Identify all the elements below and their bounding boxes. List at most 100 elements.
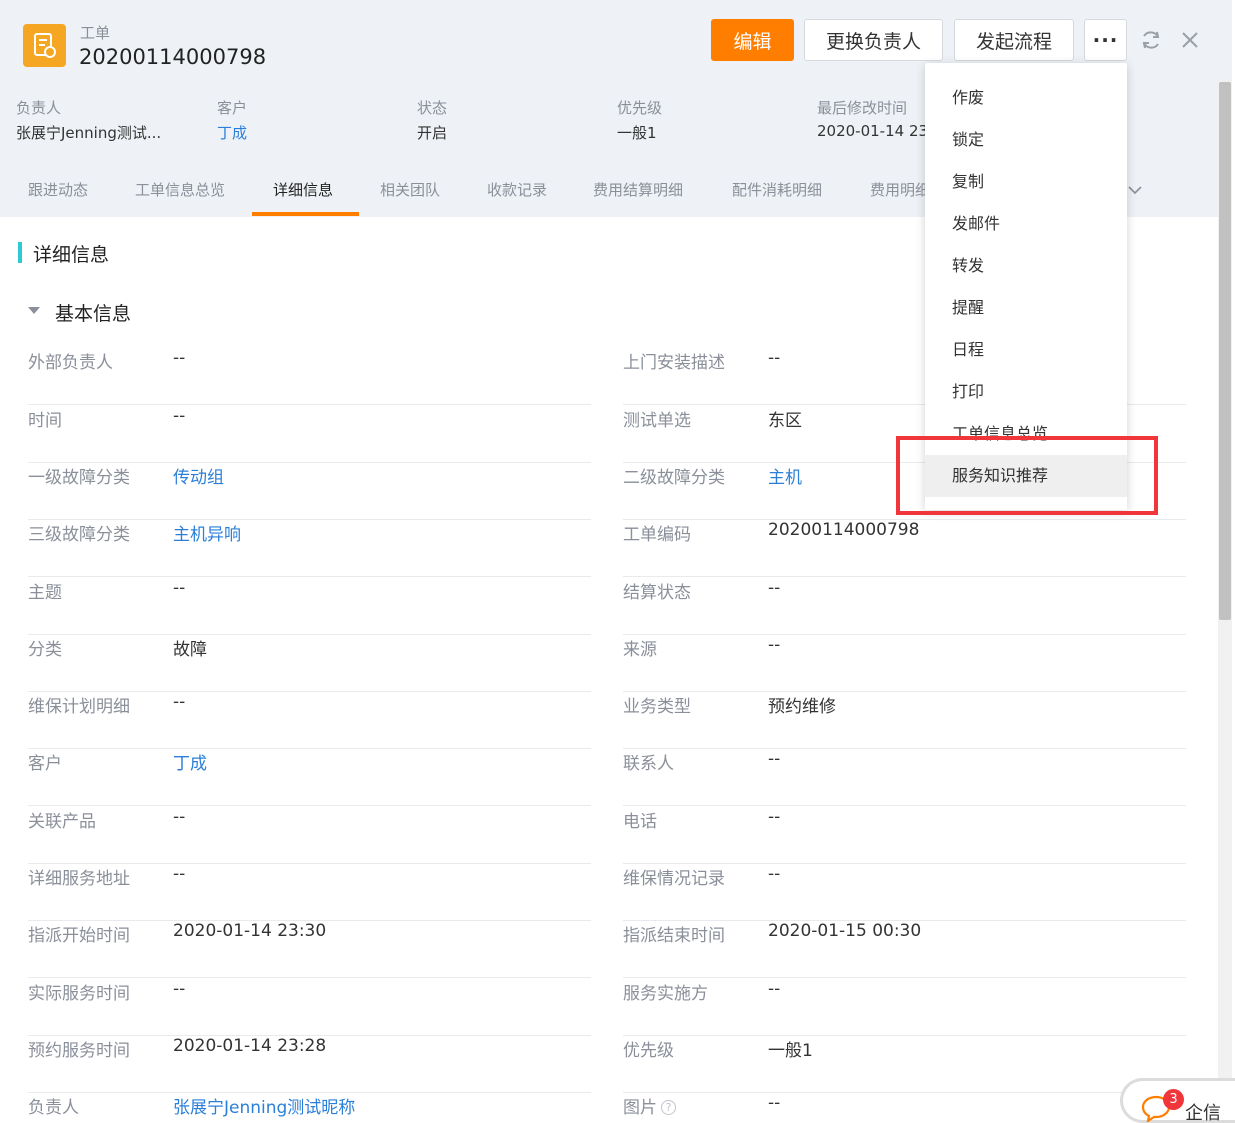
- field-label: 优先级: [623, 1041, 674, 1061]
- field-actual-service-time: 实际服务时间 --: [28, 979, 591, 1036]
- field-label: 详细服务地址: [28, 869, 130, 889]
- summary-priority-label: 优先级: [617, 99, 663, 117]
- field-label: 指派开始时间: [28, 926, 130, 946]
- record-type-label: 工单: [80, 24, 111, 42]
- field-maintenance-record: 维保情况记录 --: [623, 864, 1186, 921]
- field-label: 主题: [28, 583, 62, 603]
- field-label: 图片?: [623, 1093, 676, 1118]
- menu-item-remind[interactable]: 提醒: [925, 287, 1127, 329]
- field-label: 时间: [28, 411, 62, 431]
- group-title[interactable]: 基本信息: [55, 299, 131, 326]
- field-label: 来源: [623, 640, 657, 660]
- field-value: --: [173, 578, 186, 598]
- field-value: --: [768, 578, 781, 598]
- field-value: 2020-01-15 00:30: [768, 921, 922, 941]
- summary-customer: 客户 丁成: [217, 97, 367, 143]
- tab-parts[interactable]: 配件消耗明细: [732, 163, 822, 217]
- menu-item-schedule[interactable]: 日程: [925, 329, 1127, 371]
- summary-modified-label: 最后修改时间: [817, 99, 908, 117]
- field-link[interactable]: 主机异响: [173, 520, 241, 545]
- field-label: 预约服务时间: [28, 1041, 130, 1061]
- field-external-owner: 外部负责人 --: [28, 348, 591, 405]
- tab-expenses[interactable]: 费用明细: [870, 163, 930, 217]
- menu-item-print[interactable]: 打印: [925, 371, 1127, 413]
- field-link[interactable]: 主机: [768, 463, 802, 488]
- field-subject: 主题 --: [28, 578, 591, 635]
- field-appointment-time: 预约服务时间 2020-01-14 23:28: [28, 1036, 591, 1093]
- summary-priority-value: 一般1: [617, 124, 657, 142]
- field-label: 上门安装描述: [623, 353, 725, 373]
- field-label: 二级故障分类: [623, 468, 725, 488]
- tab-details[interactable]: 详细信息: [273, 163, 333, 217]
- tab-team[interactable]: 相关团队: [380, 163, 440, 217]
- menu-item-void[interactable]: 作废: [925, 77, 1127, 119]
- field-label: 分类: [28, 640, 62, 660]
- field-label: 维保计划明细: [28, 697, 130, 717]
- tab-follow-up[interactable]: 跟进动态: [28, 163, 88, 217]
- field-value: --: [173, 864, 186, 884]
- field-label-text: 图片: [623, 1098, 657, 1118]
- field-label: 维保情况记录: [623, 869, 725, 889]
- field-category: 分类 故障: [28, 635, 591, 692]
- field-value: 故障: [173, 640, 207, 660]
- field-owner: 负责人 张展宁Jenning测试昵称: [28, 1093, 591, 1123]
- field-label: 业务类型: [623, 697, 691, 717]
- summary-customer-link[interactable]: 丁成: [217, 122, 367, 143]
- record-code: 20200114000798: [79, 45, 267, 69]
- annotation-highlight-box: [896, 436, 1158, 515]
- refresh-icon[interactable]: [1140, 29, 1162, 51]
- collapse-caret-icon[interactable]: [28, 307, 40, 314]
- field-maintenance-plan: 维保计划明细 --: [28, 692, 591, 749]
- tab-overview[interactable]: 工单信息总览: [135, 163, 225, 217]
- menu-item-forward[interactable]: 转发: [925, 245, 1127, 287]
- field-link[interactable]: 传动组: [173, 463, 224, 488]
- tab-settlement[interactable]: 费用结算明细: [593, 163, 683, 217]
- field-label: 测试单选: [623, 411, 691, 431]
- menu-item-lock[interactable]: 锁定: [925, 119, 1127, 161]
- field-value: 2020-01-14 23:30: [173, 921, 327, 941]
- field-order-code: 工单编码 20200114000798: [623, 520, 1186, 577]
- field-settlement-status: 结算状态 --: [623, 578, 1186, 635]
- field-value: --: [768, 864, 781, 884]
- scrollbar-thumb[interactable]: [1219, 82, 1231, 620]
- field-link[interactable]: 丁成: [173, 749, 207, 774]
- field-value: --: [173, 979, 186, 999]
- chat-widget[interactable]: 3 企信: [1120, 1078, 1235, 1123]
- edit-button[interactable]: 编辑: [711, 19, 794, 61]
- field-fault-level-3: 三级故障分类 主机异响: [28, 520, 591, 577]
- field-value: --: [173, 348, 186, 368]
- close-icon[interactable]: [1180, 30, 1200, 50]
- field-label: 客户: [28, 754, 62, 774]
- field-link[interactable]: 张展宁Jenning测试昵称: [173, 1093, 355, 1118]
- field-value: 一般1: [768, 1041, 813, 1061]
- more-actions-button[interactable]: ···: [1084, 19, 1127, 61]
- document-icon: [23, 24, 66, 67]
- field-label: 负责人: [28, 1098, 79, 1118]
- change-owner-button[interactable]: 更换负责人: [804, 19, 943, 61]
- start-flow-button[interactable]: 发起流程: [954, 19, 1074, 61]
- field-fault-level-1: 一级故障分类 传动组: [28, 463, 591, 520]
- field-value: --: [173, 406, 186, 426]
- summary-owner-value: 张展宁Jenning测试...: [16, 124, 162, 142]
- menu-item-copy[interactable]: 复制: [925, 161, 1127, 203]
- field-service-provider: 服务实施方 --: [623, 979, 1186, 1036]
- field-value: --: [173, 807, 186, 827]
- field-phone: 电话 --: [623, 807, 1186, 864]
- field-label: 服务实施方: [623, 984, 708, 1004]
- section-accent-bar: [18, 242, 22, 263]
- field-label: 外部负责人: [28, 353, 113, 373]
- summary-modified-value: 2020-01-14 23:: [817, 122, 925, 140]
- summary-priority: 优先级 一般1: [617, 97, 767, 143]
- field-label: 联系人: [623, 754, 674, 774]
- field-dispatch-end: 指派结束时间 2020-01-15 00:30: [623, 921, 1186, 978]
- field-value: 预约维修: [768, 697, 836, 717]
- chevron-down-icon[interactable]: [1127, 182, 1143, 198]
- field-value: --: [173, 692, 186, 712]
- unread-badge: 3: [1163, 1089, 1184, 1110]
- field-service-address: 详细服务地址 --: [28, 864, 591, 921]
- field-label: 结算状态: [623, 583, 691, 603]
- menu-item-email[interactable]: 发邮件: [925, 203, 1127, 245]
- help-icon[interactable]: ?: [661, 1100, 676, 1115]
- summary-owner: 负责人 张展宁Jenning测试...: [16, 97, 186, 143]
- tab-payments[interactable]: 收款记录: [487, 163, 547, 217]
